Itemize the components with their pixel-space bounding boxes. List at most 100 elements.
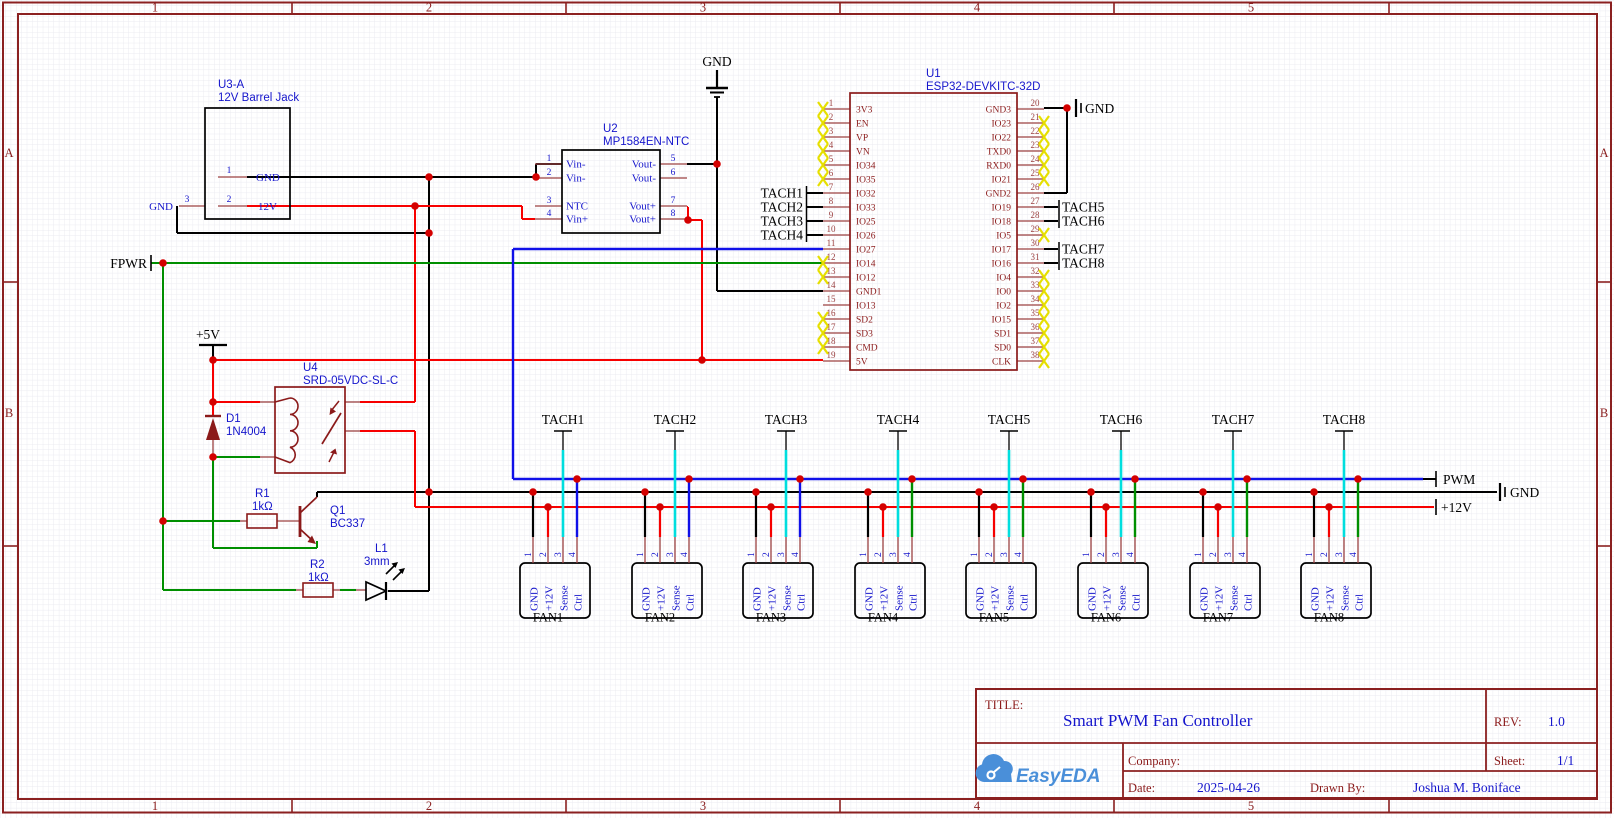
u1-pin-name: IO22	[991, 134, 1011, 144]
fan-pin-number: 2	[1097, 552, 1107, 557]
net-label-tach: TACH8	[1062, 256, 1105, 271]
u2-value: MP1584EN-NTC	[603, 136, 689, 148]
junction-dot	[209, 356, 217, 364]
fan-pin-name: GND	[864, 587, 876, 611]
u1-pin-number: 31	[1031, 252, 1040, 262]
net-label-pwm[interactable]: PWM	[1443, 472, 1475, 487]
u3-pin-name: GND	[256, 172, 280, 184]
junction-dot	[1310, 488, 1318, 496]
fan-pin-name: Ctrl	[1131, 594, 1143, 611]
q1-ref: Q1	[330, 505, 345, 517]
junction-dot	[685, 475, 693, 483]
l1-ref: L1	[375, 543, 388, 555]
u1-pin-name: IO4	[996, 274, 1011, 284]
fan-pin-number: 2	[874, 552, 884, 557]
gnd-label-top[interactable]: GND	[702, 54, 731, 69]
net-label-tach: TACH5	[1062, 200, 1105, 215]
title-label: TITLE:	[985, 698, 1023, 712]
r1-value: 1kΩ	[252, 501, 273, 513]
u1-pin-name: IO27	[856, 246, 876, 256]
fan-label: FAN2	[645, 611, 675, 625]
junction-dot	[425, 488, 433, 496]
junction-dot	[1325, 503, 1333, 511]
u1-pin-name: SD2	[856, 316, 873, 326]
schematic-canvas: 1122334455AABB U3-A 12V Barrel Jack U2 M…	[0, 0, 1614, 818]
net-label-12v[interactable]: +12V	[1441, 500, 1472, 515]
u2-pin-number: 2	[547, 168, 552, 178]
fan-pin-number: 3	[777, 552, 787, 557]
zone-col-label: 4	[974, 1, 981, 15]
u1-pin-name: IO19	[991, 204, 1011, 214]
net-label-gnd-jack[interactable]: GND	[149, 201, 173, 213]
fan-label: FAN5	[979, 611, 1009, 625]
junction-dot	[656, 503, 664, 511]
fan-pin-name: +12V	[1102, 586, 1114, 611]
fan-pin-number: 1	[747, 552, 757, 557]
u1-pin-name: GND1	[856, 288, 882, 298]
d1-value: 1N4004	[226, 426, 267, 438]
u1-pin-name: GND3	[986, 106, 1012, 116]
u3-pin-number: 3	[185, 195, 190, 205]
fan-label: FAN7	[1203, 611, 1233, 625]
fan-pin-number: 4	[1126, 552, 1136, 557]
u2-pin-name: NTC	[566, 201, 588, 213]
u1-pin-number: 20	[1031, 98, 1041, 108]
fan-pin-name: Sense	[1005, 585, 1017, 611]
fan-pin-number: 1	[859, 552, 869, 557]
u2-pin-name: Vout+	[629, 214, 656, 226]
fan-pin-number: 3	[666, 552, 676, 557]
fan-pin-name: Sense	[1229, 585, 1241, 611]
fan-pin-number: 3	[889, 552, 899, 557]
zone-col-label: 3	[700, 799, 706, 813]
u2-pin-name: Vout-	[632, 159, 657, 171]
fan-tach-label: TACH2	[654, 412, 696, 427]
u1-pin-number: 28	[1031, 210, 1041, 220]
fan-pin-name: Sense	[559, 585, 571, 611]
fan-pin-name: +12V	[656, 586, 668, 611]
junction-dot	[713, 160, 721, 168]
u4-ref: U4	[303, 362, 318, 374]
u1-pin-number: 6	[829, 168, 834, 178]
junction-dot	[1243, 475, 1251, 483]
u1-pin-name: RXD0	[986, 162, 1011, 172]
drawn-by-label: Drawn By:	[1310, 781, 1365, 795]
fan-pin-name: Sense	[1117, 585, 1129, 611]
fan-pin-name: +12V	[767, 586, 779, 611]
u2-pin-name: Vout-	[632, 173, 657, 185]
fan-pin-number: 1	[1194, 552, 1204, 557]
junction-dot	[544, 503, 552, 511]
u2-pin-number: 6	[671, 168, 676, 178]
u1-pin-name: IO15	[991, 316, 1011, 326]
net-label-tach: TACH1	[761, 186, 803, 201]
u1-pin-name: GND2	[986, 190, 1012, 200]
u1-pin-name: IO14	[856, 260, 876, 270]
gnd-label-bus[interactable]: GND	[1510, 485, 1539, 500]
gnd-label-mcu[interactable]: GND	[1085, 101, 1114, 116]
u1-pin-name: IO0	[996, 288, 1011, 298]
junction-dot	[1087, 488, 1095, 496]
u1-pin-name: TXD0	[987, 148, 1012, 158]
u1-pin-number: 2	[829, 112, 834, 122]
u1-pin-name: IO25	[856, 218, 876, 228]
power-label-5v[interactable]: +5V	[196, 327, 220, 342]
fan-pin-name: GND	[752, 587, 764, 611]
fan-tach-label: TACH7	[1212, 412, 1255, 427]
fan-pin-number: 2	[539, 552, 549, 557]
fan-pin-number: 2	[985, 552, 995, 557]
fan-pin-name: Sense	[782, 585, 794, 611]
u1-pin-number: 5	[829, 154, 834, 164]
u1-pin-number: 21	[1031, 112, 1040, 122]
net-label-fpwr[interactable]: FPWR	[110, 256, 147, 271]
sheet-value: 1/1	[1557, 753, 1574, 768]
u3-pin-name: 12V	[258, 201, 277, 213]
u2-pin-number: 8	[671, 209, 676, 219]
fan-pin-number: 3	[1000, 552, 1010, 557]
fan-pin-number: 2	[1209, 552, 1219, 557]
u1-pin-number: 1	[829, 98, 834, 108]
junction-dot	[684, 216, 692, 224]
u1-pin-name: IO5	[996, 232, 1011, 242]
fan-pin-number: 2	[1320, 552, 1330, 557]
u1-pin-number: 3	[829, 126, 834, 136]
fan-tach-label: TACH4	[877, 412, 920, 427]
u1-pin-name: SD3	[856, 330, 873, 340]
